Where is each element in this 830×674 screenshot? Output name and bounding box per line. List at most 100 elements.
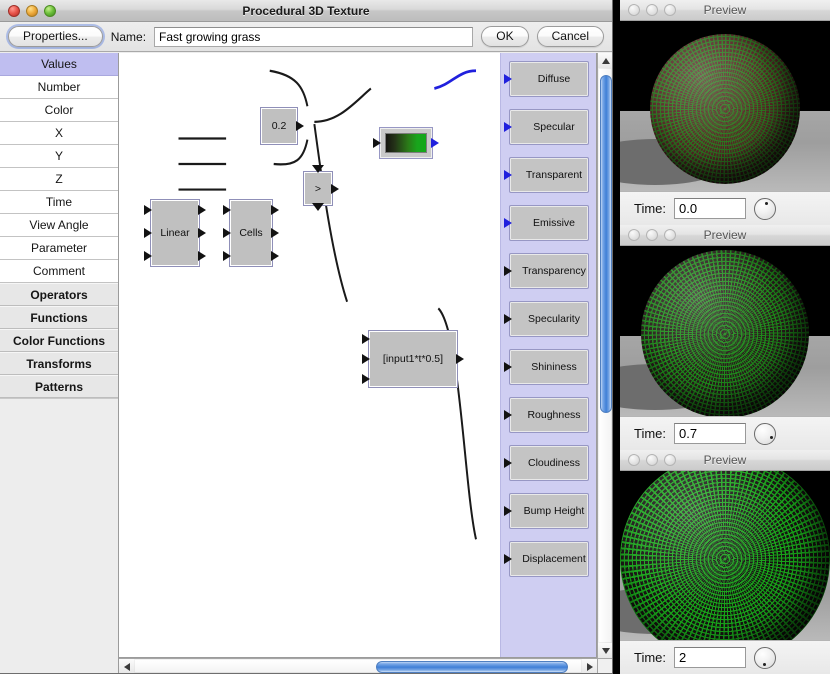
preview-zoom-button[interactable] <box>664 4 676 16</box>
preview-close-button[interactable] <box>628 4 640 16</box>
graph-canvas[interactable]: Linear Cells 0.2 > [input1*t*0.5] Diffuse Spe… <box>119 53 597 658</box>
preview-close-button[interactable] <box>628 454 640 466</box>
time-dial-knob[interactable] <box>754 423 776 445</box>
scroll-left-button[interactable] <box>119 659 134 674</box>
gradient-swatch <box>385 133 427 153</box>
preview-zoom-button[interactable] <box>664 229 676 241</box>
scroll-down-button[interactable] <box>598 643 613 658</box>
name-label: Name: <box>111 30 146 44</box>
name-input[interactable]: Fast growing grass <box>154 27 473 47</box>
preview-footer: Time:0.7 <box>620 416 830 450</box>
time-dial-knob[interactable] <box>754 647 776 669</box>
knob-indicator-dot <box>765 202 768 205</box>
preview-window-1: Preview Time:0.0 <box>620 0 830 225</box>
sidebar-item-number[interactable]: Number <box>0 76 118 99</box>
output-node-label: Displacement <box>522 553 586 565</box>
graph-node-formula[interactable]: [input1*t*0.5] <box>368 330 458 388</box>
preview-titlebar: Preview <box>620 225 830 246</box>
preview-titlebar: Preview <box>620 0 830 21</box>
sidebar-item-values[interactable]: Values <box>0 53 118 76</box>
preview-zoom-button[interactable] <box>664 454 676 466</box>
graph-node-compare[interactable]: > <box>303 171 333 206</box>
preview-footer: Time:2 <box>620 640 830 674</box>
output-node-label: Bump Height <box>524 505 585 517</box>
preview-render-canvas[interactable] <box>620 471 830 640</box>
preview-footer: Time:0.0 <box>620 191 830 225</box>
preview-sphere <box>641 250 809 416</box>
triangle-right-icon <box>587 663 593 671</box>
output-node-displacement[interactable]: Displacement <box>509 541 589 577</box>
triangle-left-icon <box>124 663 130 671</box>
scroll-right-button[interactable] <box>582 659 597 674</box>
preview-titlebar: Preview <box>620 450 830 471</box>
time-input[interactable]: 2 <box>674 647 746 668</box>
palette-sidebar: ValuesNumberColorXYZTimeView AngleParame… <box>0 53 119 673</box>
sidebar-item-time[interactable]: Time <box>0 191 118 214</box>
output-node-label: Emissive <box>533 217 575 229</box>
output-node-emissive[interactable]: Emissive <box>509 205 589 241</box>
horizontal-scroll-track[interactable] <box>135 660 581 672</box>
sidebar-item-x[interactable]: X <box>0 122 118 145</box>
preview-traffic-lights <box>628 454 676 466</box>
sidebar-item-color-functions[interactable]: Color Functions <box>0 329 118 352</box>
preview-window-2: Preview Time:0.7 <box>620 225 830 450</box>
minimize-button[interactable] <box>26 5 38 17</box>
graph-node-gradient[interactable] <box>379 127 433 159</box>
output-node-roughness[interactable]: Roughness <box>509 397 589 433</box>
vertical-scroll-track[interactable] <box>599 69 611 642</box>
sidebar-item-color[interactable]: Color <box>0 99 118 122</box>
preview-minimize-button[interactable] <box>646 229 658 241</box>
close-button[interactable] <box>8 5 20 17</box>
node-label: Linear <box>157 227 192 239</box>
output-node-label: Specularity <box>528 313 580 325</box>
output-node-transparent[interactable]: Transparent <box>509 157 589 193</box>
palette-list: ValuesNumberColorXYZTimeView AngleParame… <box>0 53 118 398</box>
sidebar-item-view-angle[interactable]: View Angle <box>0 214 118 237</box>
output-node-shininess[interactable]: Shininess <box>509 349 589 385</box>
time-input[interactable]: 0.0 <box>674 198 746 219</box>
output-node-label: Roughness <box>527 409 580 421</box>
preview-minimize-button[interactable] <box>646 4 658 16</box>
output-node-specular[interactable]: Specular <box>509 109 589 145</box>
vertical-scroll-thumb[interactable] <box>600 75 612 413</box>
vertical-scrollbar[interactable] <box>597 53 612 658</box>
scroll-up-button[interactable] <box>598 53 613 68</box>
sidebar-item-parameter[interactable]: Parameter <box>0 237 118 260</box>
time-dial-knob[interactable] <box>754 198 776 220</box>
node-label: Cells <box>236 227 265 239</box>
ok-button[interactable]: OK <box>481 26 528 47</box>
preview-render-canvas[interactable] <box>620 21 830 191</box>
triangle-down-icon <box>602 648 610 654</box>
graph-node-linear[interactable]: Linear <box>150 199 200 267</box>
graph-node-cells[interactable]: Cells <box>229 199 273 267</box>
sidebar-item-y[interactable]: Y <box>0 145 118 168</box>
sidebar-item-comment[interactable]: Comment <box>0 260 118 283</box>
graph-node-const[interactable]: 0.2 <box>260 107 298 145</box>
output-node-label: Specular <box>533 121 574 133</box>
time-input[interactable]: 0.7 <box>674 423 746 444</box>
output-node-label: Transparency <box>522 265 586 277</box>
sidebar-item-transforms[interactable]: Transforms <box>0 352 118 375</box>
zoom-button[interactable] <box>44 5 56 17</box>
graph-area: Linear Cells 0.2 > [input1*t*0.5] Diffuse Spe… <box>119 53 612 673</box>
sidebar-item-operators[interactable]: Operators <box>0 283 118 306</box>
preview-minimize-button[interactable] <box>646 454 658 466</box>
horizontal-scroll-thumb[interactable] <box>376 661 568 673</box>
cancel-button[interactable]: Cancel <box>537 26 604 47</box>
sidebar-item-functions[interactable]: Functions <box>0 306 118 329</box>
properties-button[interactable]: Properties... <box>8 26 103 47</box>
horizontal-scrollbar[interactable] <box>119 658 597 673</box>
output-node-label: Transparent <box>526 169 582 181</box>
output-node-diffuse[interactable]: Diffuse <box>509 61 589 97</box>
output-node-cloudiness[interactable]: Cloudiness <box>509 445 589 481</box>
preview-window-3: Preview Time:2 <box>620 450 830 674</box>
preview-close-button[interactable] <box>628 229 640 241</box>
sidebar-item-patterns[interactable]: Patterns <box>0 375 118 398</box>
sidebar-item-z[interactable]: Z <box>0 168 118 191</box>
output-node-transparency[interactable]: Transparency <box>509 253 589 289</box>
node-label: 0.2 <box>269 120 290 132</box>
screen-root: Procedural 3D Texture Properties... Name… <box>0 0 830 674</box>
output-node-specularity[interactable]: Specularity <box>509 301 589 337</box>
output-node-bump-height[interactable]: Bump Height <box>509 493 589 529</box>
preview-render-canvas[interactable] <box>620 246 830 416</box>
